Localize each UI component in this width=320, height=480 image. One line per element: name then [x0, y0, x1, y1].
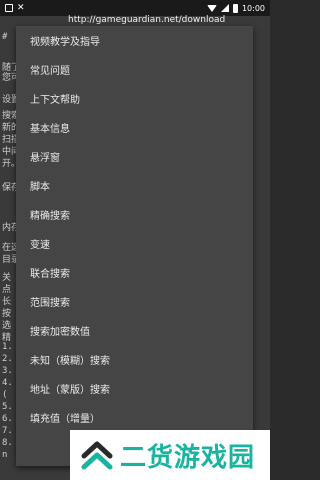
bg-text: 6.: [2, 414, 13, 424]
download-url: http://gameguardian.net/download: [68, 15, 226, 25]
bg-text: #: [2, 32, 8, 42]
menu-item-video-tutorial[interactable]: 视频教学及指导: [16, 26, 253, 55]
menu-item-range-search[interactable]: 范围搜索: [16, 287, 253, 316]
menu-item-group-search[interactable]: 联合搜索: [16, 258, 253, 287]
status-bar: ✕ 10:00: [0, 0, 270, 16]
battery-icon: [232, 3, 238, 13]
menu-item-floating-window[interactable]: 悬浮窗: [16, 142, 253, 171]
close-icon: ✕: [17, 3, 25, 13]
bg-text: 8.: [2, 438, 13, 448]
site-watermark: 二货游戏园: [70, 430, 270, 480]
menu-item-basic-info[interactable]: 基本信息: [16, 113, 253, 142]
menu-item-fuzzy-search[interactable]: 未知（模糊）搜索: [16, 345, 253, 374]
bg-text: 2.: [2, 354, 13, 364]
menu-item-speedhack[interactable]: 变速: [16, 229, 253, 258]
menu-item-faq[interactable]: 常见问题: [16, 55, 253, 84]
bg-text: 3.: [2, 366, 13, 376]
help-menu: 视频教学及指导 常见问题 上下文帮助 基本信息 悬浮窗 脚本 精确搜索 变速 联…: [16, 26, 253, 466]
menu-item-fill-increment[interactable]: 填充值（增量）: [16, 403, 253, 432]
wifi-icon: [206, 4, 217, 12]
bg-text: 4.: [2, 378, 13, 388]
menu-item-exact-search[interactable]: 精确搜索: [16, 200, 253, 229]
status-time: 10:00: [241, 3, 265, 13]
watermark-text: 二货游戏园: [120, 442, 256, 473]
notification-icon: [5, 4, 13, 12]
signal-icon: [220, 4, 229, 12]
bg-text: 1.: [2, 342, 13, 352]
menu-item-mask-search[interactable]: 地址（蒙版）搜索: [16, 374, 253, 403]
bg-text: (: [2, 390, 8, 400]
bg-text: 7.: [2, 426, 13, 436]
bg-text: 5.: [2, 402, 13, 412]
bg-text: n: [2, 450, 8, 460]
menu-item-context-help[interactable]: 上下文帮助: [16, 84, 253, 113]
menu-item-encrypted-search[interactable]: 搜索加密数值: [16, 316, 253, 345]
watermark-logo-icon: [81, 441, 113, 470]
menu-item-script[interactable]: 脚本: [16, 171, 253, 200]
